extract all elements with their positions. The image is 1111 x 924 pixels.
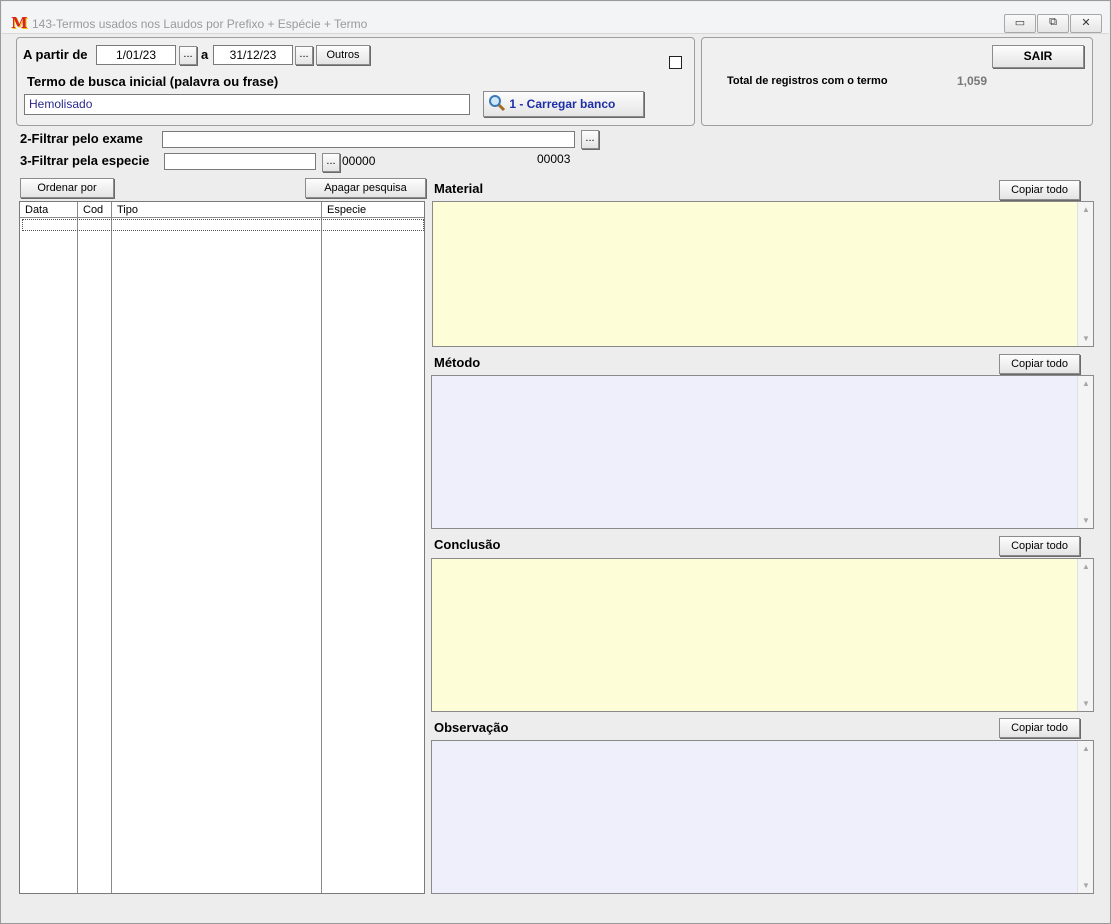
- scroll-up-icon[interactable]: ▲: [1078, 379, 1094, 388]
- order-by-button[interactable]: Ordenar por: [20, 178, 114, 198]
- method-label: Método: [434, 355, 481, 370]
- minimize-button[interactable]: ▭: [1004, 14, 1036, 33]
- scroll-down-icon[interactable]: ▼: [1078, 334, 1094, 343]
- column-header-data[interactable]: Data: [20, 202, 78, 218]
- species-filter-input[interactable]: [164, 153, 316, 170]
- search-term-label: Termo de busca inicial (palavra ou frase…: [27, 74, 279, 89]
- copy-material-button[interactable]: Copiar todo: [999, 180, 1080, 200]
- column-header-especie[interactable]: Especie: [322, 202, 424, 218]
- other-button[interactable]: Outros: [316, 45, 370, 65]
- date-to-field[interactable]: 31/12/23: [213, 45, 293, 65]
- observation-scrollbar[interactable]: ▲ ▼: [1077, 741, 1093, 893]
- load-database-label: 1 - Carregar banco: [509, 97, 616, 111]
- option-checkbox[interactable]: [669, 56, 682, 69]
- conclusion-label: Conclusão: [434, 537, 501, 552]
- minimize-icon: ▭: [1014, 17, 1026, 29]
- window-title: 143-Termos usados nos Laudos por Prefixo…: [32, 17, 368, 31]
- species-code: 00000: [342, 154, 376, 168]
- exam-filter-picker-button[interactable]: ...: [581, 130, 599, 149]
- to-date-label: a: [201, 47, 209, 62]
- scroll-down-icon[interactable]: ▼: [1078, 699, 1094, 708]
- scroll-up-icon[interactable]: ▲: [1078, 744, 1094, 753]
- results-table[interactable]: Data Cod Tipo Especie: [19, 201, 425, 894]
- scroll-down-icon[interactable]: ▼: [1078, 516, 1094, 525]
- method-scrollbar[interactable]: ▲ ▼: [1077, 376, 1093, 528]
- filter-count: 00003: [537, 152, 571, 166]
- method-text-area[interactable]: ▲ ▼: [431, 375, 1094, 529]
- title-bar: M 143-Termos usados nos Laudos por Prefi…: [2, 2, 1109, 34]
- column-data: [20, 218, 78, 893]
- date-from-picker-button[interactable]: ...: [179, 46, 197, 65]
- conclusion-scrollbar[interactable]: ▲ ▼: [1077, 559, 1093, 711]
- magnifier-icon: [489, 95, 506, 112]
- copy-method-button[interactable]: Copiar todo: [999, 354, 1080, 374]
- total-records-label: Total de registros com o termo: [727, 75, 888, 87]
- date-from-field[interactable]: 1/01/23: [96, 45, 176, 65]
- table-row[interactable]: [22, 219, 424, 231]
- close-icon: ✕: [1081, 17, 1091, 29]
- restore-icon: ⧉: [1049, 16, 1057, 28]
- material-scrollbar[interactable]: ▲ ▼: [1077, 202, 1093, 346]
- app-logo-icon: M: [11, 14, 28, 32]
- species-filter-label: 3-Filtrar pela especie: [20, 153, 150, 168]
- from-date-label: A partir de: [23, 47, 88, 62]
- column-header-tipo[interactable]: Tipo: [112, 202, 322, 218]
- clear-search-button[interactable]: Apagar pesquisa: [305, 178, 426, 198]
- exam-filter-label: 2-Filtrar pelo exame: [20, 131, 143, 146]
- copy-conclusion-button[interactable]: Copiar todo: [999, 536, 1080, 556]
- search-term-input[interactable]: Hemolisado: [24, 94, 470, 115]
- column-tipo: [112, 218, 322, 893]
- scroll-up-icon[interactable]: ▲: [1078, 205, 1094, 214]
- observation-label: Observação: [434, 720, 509, 735]
- observation-text-area[interactable]: ▲ ▼: [431, 740, 1094, 894]
- app-window: M 143-Termos usados nos Laudos por Prefi…: [0, 0, 1111, 924]
- copy-observation-button[interactable]: Copiar todo: [999, 718, 1080, 738]
- column-cod: [78, 218, 112, 893]
- material-text-area[interactable]: ▲ ▼: [432, 201, 1094, 347]
- total-records-value: 1,059: [957, 74, 988, 88]
- close-button[interactable]: ✕: [1070, 14, 1102, 33]
- date-to-picker-button[interactable]: ...: [295, 46, 313, 65]
- restore-button[interactable]: ⧉: [1037, 14, 1069, 33]
- scroll-up-icon[interactable]: ▲: [1078, 562, 1094, 571]
- column-header-cod[interactable]: Cod: [78, 202, 112, 218]
- conclusion-text-area[interactable]: ▲ ▼: [431, 558, 1094, 712]
- species-filter-picker-button[interactable]: ...: [322, 153, 340, 172]
- exit-button[interactable]: SAIR: [992, 45, 1084, 68]
- load-database-button[interactable]: 1 - Carregar banco: [483, 91, 644, 117]
- material-label: Material: [434, 181, 484, 196]
- scroll-down-icon[interactable]: ▼: [1078, 881, 1094, 890]
- exam-filter-input[interactable]: [162, 131, 575, 148]
